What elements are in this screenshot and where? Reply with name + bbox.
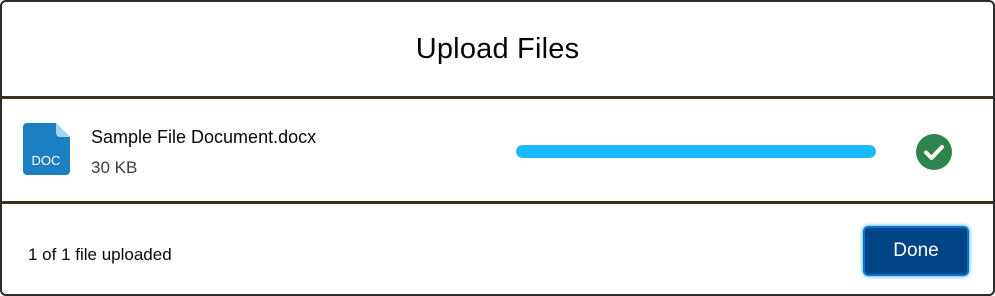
upload-files-dialog: Upload Files DOC Sample File Document.do…: [0, 0, 995, 296]
dialog-footer: 1 of 1 file uploaded Done: [2, 204, 993, 294]
done-button[interactable]: Done: [863, 226, 969, 276]
file-size: 30 KB: [91, 158, 138, 177]
dialog-header: Upload Files: [2, 2, 993, 96]
doc-file-icon: DOC: [23, 123, 70, 175]
dialog-title: Upload Files: [415, 32, 580, 65]
upload-progress-fill: [516, 145, 876, 158]
success-check-icon: [916, 134, 952, 170]
doc-icon-fold: [56, 123, 70, 137]
file-row: DOC Sample File Document.docx 30 KB: [2, 99, 993, 201]
doc-icon-label: DOC: [32, 153, 61, 168]
file-name: Sample File Document.docx: [91, 127, 317, 147]
upload-status-text: 1 of 1 file uploaded: [28, 245, 172, 264]
upload-progress-bar: [516, 145, 876, 158]
